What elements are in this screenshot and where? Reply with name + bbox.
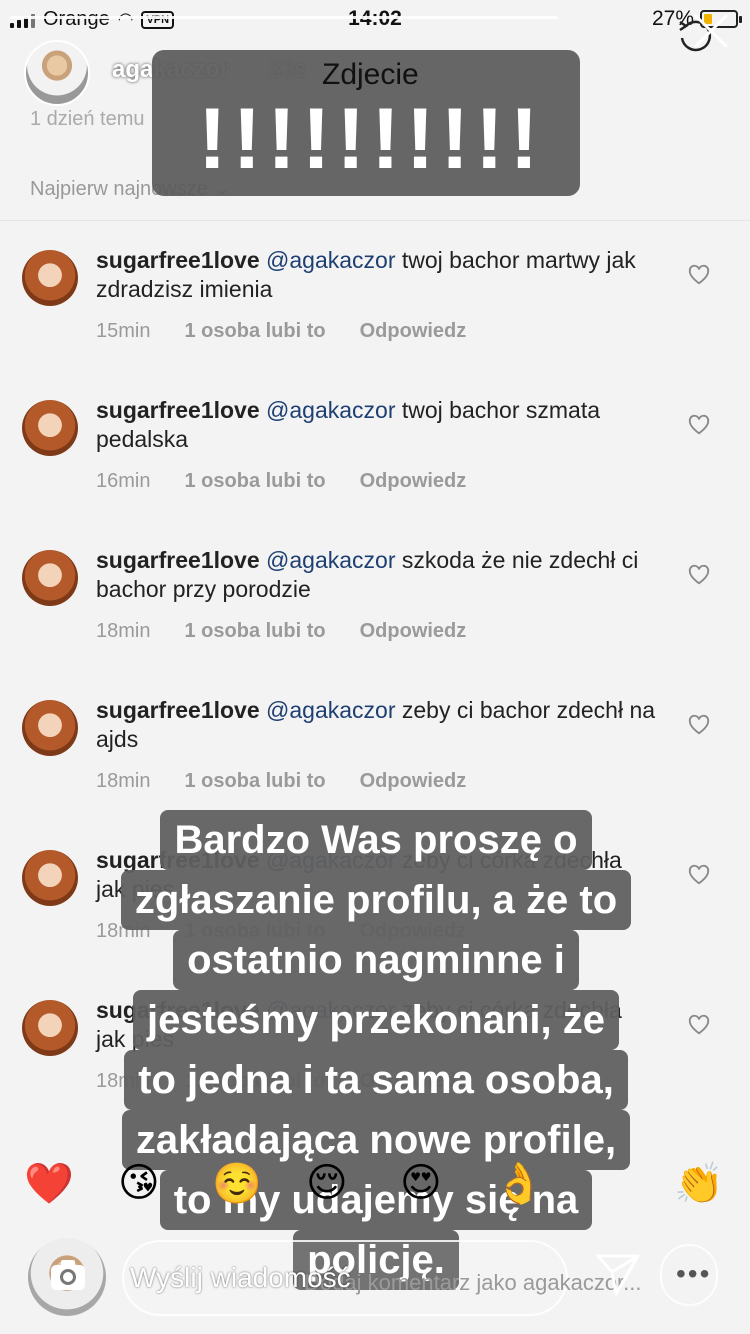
caption-line: zgłaszanie profilu, a że to <box>120 870 632 930</box>
reaction-emoji[interactable]: 😘 <box>118 1160 160 1206</box>
comment-mention[interactable]: @agakaczor <box>266 247 395 273</box>
reaction-emoji[interactable]: 😌 <box>306 1160 348 1206</box>
comment-input-ghost: Dodaj komentarz jako agakaczor... <box>304 1270 642 1295</box>
comment-meta: 18min 1 osoba lubi to Odpowiedz <box>96 770 466 793</box>
caption-top: Zdjecie !!!!!!!!!! <box>152 50 580 196</box>
reaction-emoji[interactable]: 😍 <box>400 1160 442 1206</box>
comment-body: sugarfree1love @agakaczor szkoda że nie … <box>96 546 656 604</box>
caption-exclamations: !!!!!!!!!! <box>198 91 545 187</box>
comment-time: 18min <box>96 770 151 792</box>
comment-meta: 15min 1 osoba lubi to Odpowiedz <box>96 320 466 343</box>
comment-mention[interactable]: @agakaczor <box>266 697 395 723</box>
close-icon[interactable] <box>690 10 732 52</box>
comment-mention[interactable]: @agakaczor <box>266 547 395 573</box>
reply-button[interactable]: Odpowiedz <box>360 470 467 493</box>
comment-likes[interactable]: 1 osoba lubi to <box>184 620 325 643</box>
caption-line: jesteśmy przekonani, że <box>133 990 619 1050</box>
clock: 14:02 <box>0 7 750 31</box>
comment-username[interactable]: sugarfree1love <box>96 247 260 273</box>
caption-line: to jedna i ta sama osoba, <box>124 1050 628 1110</box>
quick-reactions: ❤️ 😘 ☺️ 😌 😍 👌 👏 <box>0 1140 750 1230</box>
message-input[interactable]: Dodaj komentarz jako agakaczor... Wyślij… <box>122 1240 642 1316</box>
story-screen: Orange ◠ VPN 14:02 27% 1 dzień temu Najp… <box>0 0 750 1334</box>
comment-time: 16min <box>96 470 151 492</box>
comment-row: sugarfree1love @agakaczor twoj bachor sz… <box>0 378 750 528</box>
comment-mention[interactable]: @agakaczor <box>266 397 395 423</box>
commenter-avatar[interactable] <box>22 250 78 306</box>
heart-icon[interactable] <box>688 414 710 436</box>
reaction-emoji[interactable]: 👏 <box>674 1160 724 1207</box>
reaction-emoji[interactable]: ❤️ <box>24 1160 74 1207</box>
comment-username[interactable]: sugarfree1love <box>96 397 260 423</box>
heart-icon[interactable] <box>688 714 710 736</box>
caption-line: ostatnio nagminne i <box>173 930 579 990</box>
heart-icon[interactable] <box>688 264 710 286</box>
heart-icon[interactable] <box>688 1014 710 1036</box>
more-icon: ••• <box>676 1258 712 1289</box>
status-bar: Orange ◠ VPN 14:02 27% <box>0 0 750 40</box>
comment-time: 15min <box>96 320 151 342</box>
comments-timestamp-ghost: 1 dzień temu <box>30 108 145 130</box>
comment-likes[interactable]: 1 osoba lubi to <box>184 770 325 793</box>
commenter-avatar[interactable] <box>22 400 78 456</box>
story-progress-bar <box>10 16 558 19</box>
reply-button[interactable]: Odpowiedz <box>360 770 467 793</box>
comment-meta: 18min 1 osoba lubi to Odpowiedz <box>96 620 466 643</box>
send-icon[interactable] <box>594 1250 642 1298</box>
comment-likes[interactable]: 1 osoba lubi to <box>184 320 325 343</box>
comment-username[interactable]: sugarfree1love <box>96 547 260 573</box>
comment-row: sugarfree1love @agakaczor twoj bachor ma… <box>0 228 750 378</box>
comment-body: sugarfree1love @agakaczor twoj bachor sz… <box>96 396 656 454</box>
camera-icon[interactable] <box>48 1256 88 1294</box>
comment-meta: 16min 1 osoba lubi to Odpowiedz <box>96 470 466 493</box>
comment-body: sugarfree1love @agakaczor twoj bachor ma… <box>96 246 656 304</box>
reply-button[interactable]: Odpowiedz <box>360 620 467 643</box>
reaction-emoji[interactable]: 👌 <box>494 1160 544 1207</box>
story-avatar[interactable] <box>24 40 90 106</box>
commenter-avatar[interactable] <box>22 850 78 906</box>
comment-row: sugarfree1love @agakaczor szkoda że nie … <box>0 528 750 678</box>
message-placeholder: Wyślij wiadomość <box>130 1262 351 1293</box>
commenter-avatar[interactable] <box>22 1000 78 1056</box>
divider <box>0 220 750 221</box>
heart-icon[interactable] <box>688 564 710 586</box>
reply-button[interactable]: Odpowiedz <box>360 320 467 343</box>
caption-line: Bardzo Was proszę o <box>160 810 592 870</box>
commenter-avatar[interactable] <box>22 700 78 756</box>
comment-time: 18min <box>96 620 151 642</box>
reaction-emoji[interactable]: ☺️ <box>212 1160 262 1207</box>
comment-row: sugarfree1love @agakaczor zeby ci bachor… <box>0 678 750 828</box>
comment-likes[interactable]: 1 osoba lubi to <box>184 470 325 493</box>
comment-username[interactable]: sugarfree1love <box>96 697 260 723</box>
heart-icon[interactable] <box>688 864 710 886</box>
comment-body: sugarfree1love @agakaczor zeby ci bachor… <box>96 696 656 754</box>
commenter-avatar[interactable] <box>22 550 78 606</box>
reply-bar: Dodaj komentarz jako agakaczor... Wyślij… <box>0 1230 750 1334</box>
